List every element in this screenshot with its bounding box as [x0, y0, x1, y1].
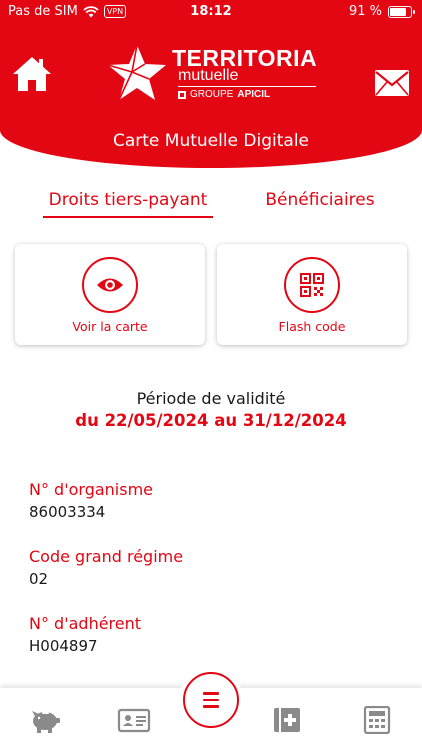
status-bar: Pas de SIM VPN 18:12 91 %: [0, 0, 422, 24]
tab-bar: Droits tiers-payant Bénéficiaires: [0, 186, 422, 222]
logo-group: GROUPE APICIL: [178, 89, 270, 101]
medical-book-icon: [274, 708, 300, 732]
logo-star-icon: [107, 44, 166, 101]
view-card-button[interactable]: Voir la carte: [15, 244, 205, 345]
view-card-circle: [82, 257, 138, 313]
view-card-label: Voir la carte: [72, 319, 148, 334]
nav-savings[interactable]: [29, 706, 63, 734]
eye-icon: [97, 278, 123, 292]
adherent-value: H004897: [29, 637, 98, 655]
nav-health-book[interactable]: [270, 706, 304, 734]
validity-label: Période de validité: [136, 389, 286, 408]
menu-icon: [203, 692, 219, 695]
tab-droits-tiers-payant[interactable]: Droits tiers-payant: [43, 186, 213, 218]
menu-icon-bar: [203, 698, 219, 702]
nav-card[interactable]: [117, 706, 151, 734]
home-button[interactable]: [10, 54, 54, 94]
flash-code-button[interactable]: Flash code: [217, 244, 407, 345]
battery-percent: 91 %: [348, 4, 382, 19]
mail-icon: [375, 70, 409, 96]
organisme-label: N° d'organisme: [29, 480, 154, 499]
menu-button[interactable]: [183, 672, 239, 728]
adherent-label: N° d'adhérent: [29, 614, 142, 633]
nav-calculator[interactable]: [360, 705, 394, 735]
logo-group-name: APICIL: [237, 89, 271, 100]
flash-code-label: Flash code: [278, 319, 346, 334]
piggy-bank-icon: [32, 711, 60, 733]
organisme-value: 86003334: [29, 503, 106, 521]
status-right: 91 %: [348, 4, 415, 19]
menu-icon-bar: [203, 705, 219, 708]
logo-divider: [178, 86, 316, 87]
calculator-icon: [363, 705, 391, 735]
apicil-square-icon: [178, 91, 186, 99]
battery-level: [390, 7, 407, 16]
battery-icon: [388, 5, 415, 18]
regime-label: Code grand régime: [29, 547, 184, 566]
messages-button[interactable]: [374, 68, 410, 98]
id-card-icon: [117, 708, 151, 733]
tab-beneficiaires[interactable]: Bénéficiaires: [256, 186, 384, 218]
territoria-logo: TERRITORIA mutuelle GROUPE APICIL: [106, 42, 318, 104]
qr-code-icon: [300, 273, 324, 297]
validity-dates: du 22/05/2024 au 31/12/2024: [75, 411, 347, 430]
home-icon: [13, 57, 51, 91]
regime-value: 02: [29, 570, 49, 588]
logo-subtitle: mutuelle: [178, 67, 239, 84]
page-title: Carte Mutuelle Digitale: [112, 131, 310, 151]
app-header: Pas de SIM VPN 18:12 91 % TERRITORIA mut…: [0, 0, 422, 168]
flash-code-circle: [284, 257, 340, 313]
logo-group-prefix: GROUPE: [190, 89, 234, 100]
